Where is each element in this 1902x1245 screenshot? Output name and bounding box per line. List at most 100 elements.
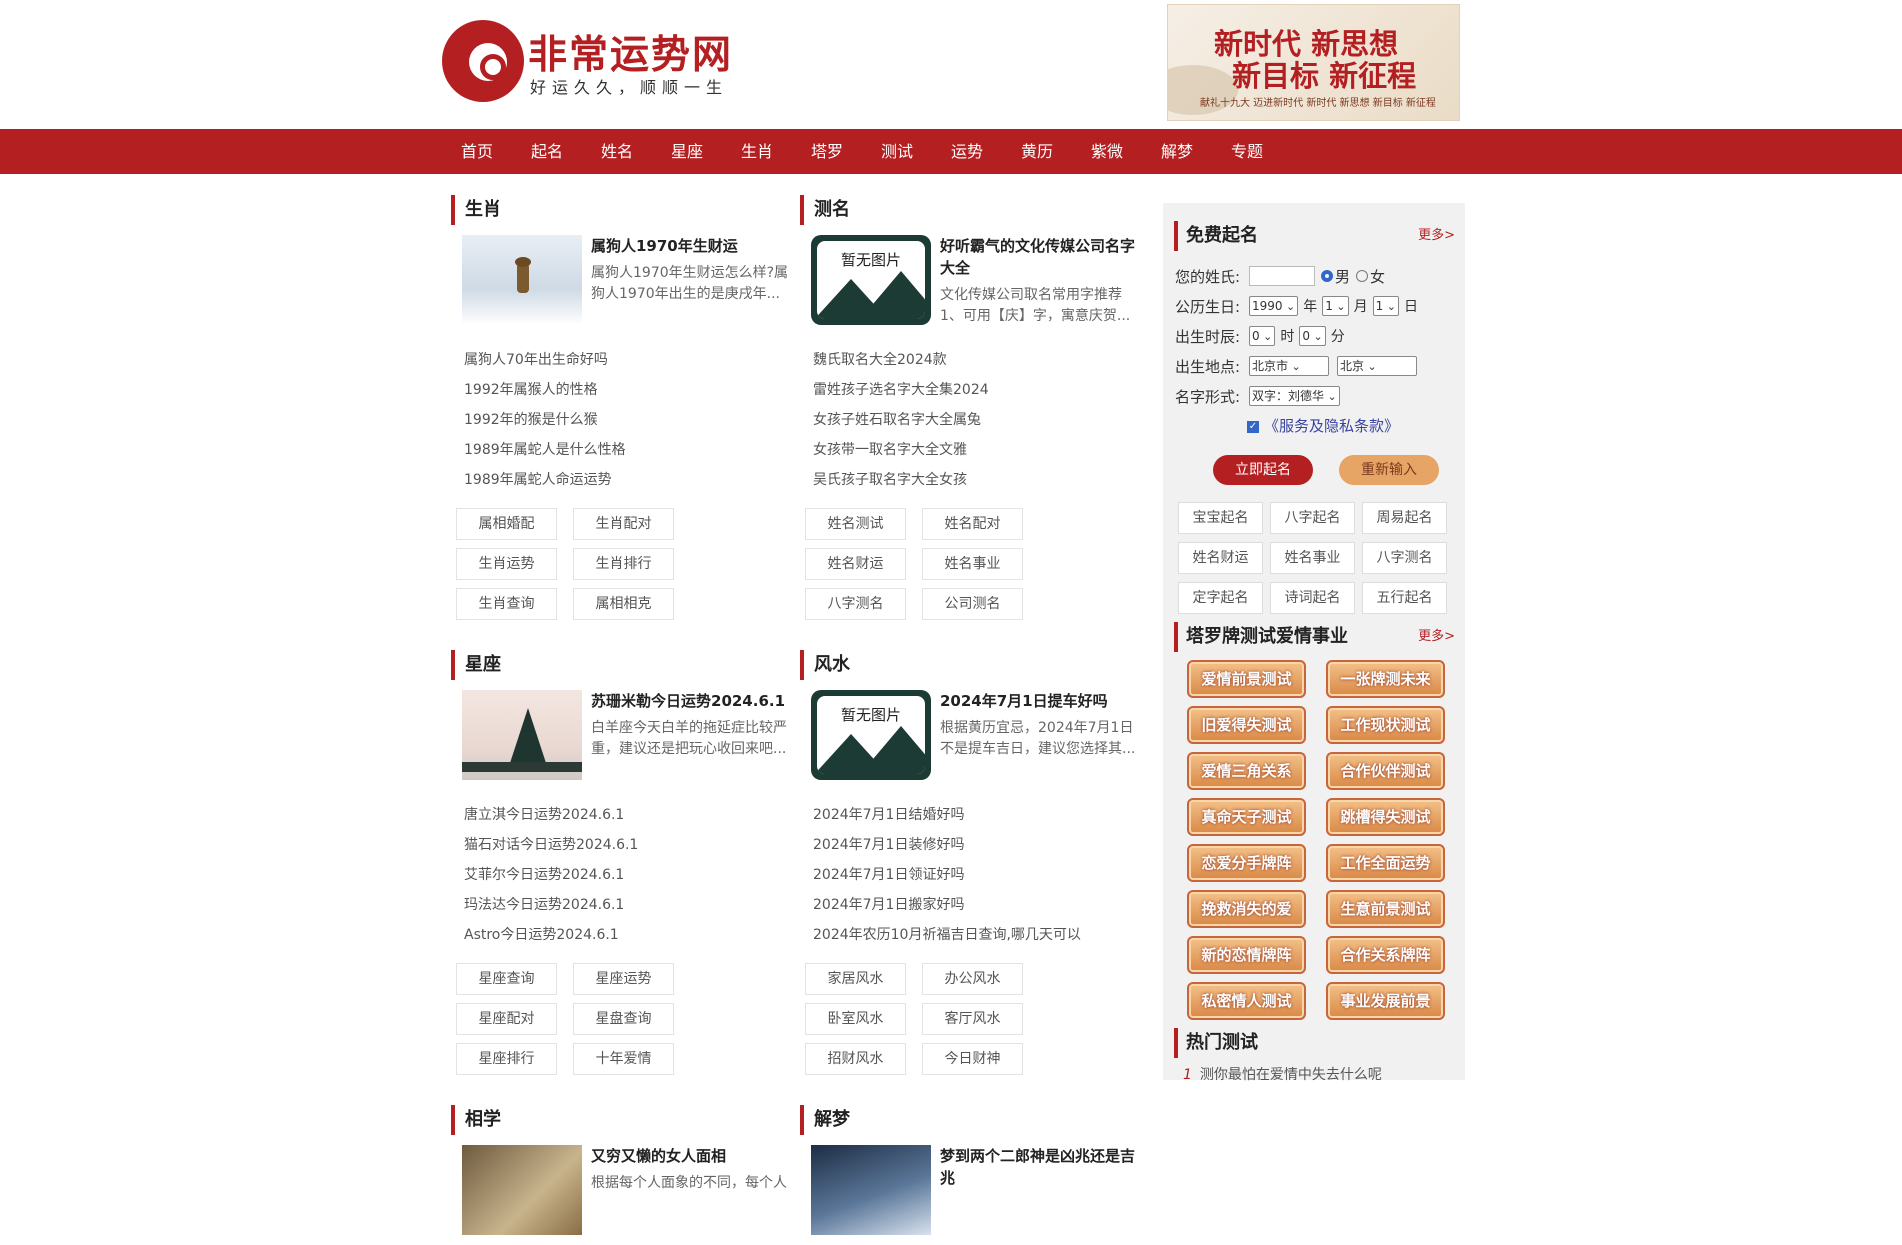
tag-button[interactable]: 姓名事业 — [922, 548, 1023, 580]
tag-button[interactable]: 十年爱情 — [573, 1043, 674, 1075]
section-title[interactable]: 生肖 — [451, 195, 781, 225]
tarot-button[interactable]: 合作伙伴测试 — [1326, 752, 1445, 790]
birth-hour-select[interactable]: 0 — [1249, 326, 1276, 346]
article-thumbnail[interactable] — [811, 1145, 931, 1235]
section-title[interactable]: 测名 — [800, 195, 1130, 225]
nav-item-topics[interactable]: 专题 — [1212, 129, 1282, 174]
nav-item-tarot[interactable]: 塔罗 — [792, 129, 862, 174]
gender-male-radio[interactable] — [1321, 270, 1333, 282]
tag-button[interactable]: 姓名财运 — [1178, 542, 1263, 574]
list-item[interactable]: 玛法达今日运势2024.6.1 — [451, 890, 781, 920]
tag-button[interactable]: 公司测名 — [922, 588, 1023, 620]
featured-article[interactable]: 暂无图片 好听霸气的文化传媒公司名字大全 文化传媒公司取名常用字推荐1、可用【庆… — [800, 235, 1135, 335]
tag-button[interactable]: 诗词起名 — [1270, 582, 1355, 614]
nav-item-test[interactable]: 测试 — [862, 129, 932, 174]
featured-article[interactable]: 苏珊米勒今日运势2024.6.1 白羊座今天白羊的拖延症比较严重，建议还是把玩心… — [451, 690, 787, 790]
list-item[interactable]: 猫石对话今日运势2024.6.1 — [451, 830, 781, 860]
tarot-button[interactable]: 爱情前景测试 — [1187, 660, 1306, 698]
article-title[interactable]: 苏珊米勒今日运势2024.6.1 — [591, 690, 791, 712]
tarot-button[interactable]: 一张牌测未来 — [1326, 660, 1445, 698]
article-thumbnail[interactable]: 暂无图片 — [811, 690, 931, 780]
tag-button[interactable]: 星座排行 — [456, 1043, 557, 1075]
list-item[interactable]: 1992年的猴是什么猴 — [451, 405, 781, 435]
tarot-button[interactable]: 旧爱得失测试 — [1187, 706, 1306, 744]
article-thumbnail[interactable] — [462, 235, 582, 325]
article-thumbnail[interactable] — [462, 1145, 582, 1235]
name-form-select[interactable]: 双字：刘德华 — [1249, 386, 1340, 406]
tag-button[interactable]: 生肖查询 — [456, 588, 557, 620]
nav-item-naming[interactable]: 起名 — [512, 129, 582, 174]
birth-day-select[interactable]: 1 — [1372, 296, 1399, 316]
tag-button[interactable]: 八字起名 — [1270, 502, 1355, 534]
list-item[interactable]: 属狗人70年出生命好吗 — [451, 345, 781, 375]
tarot-button[interactable]: 生意前景测试 — [1326, 890, 1445, 928]
list-item[interactable]: 2024年7月1日结婚好吗 — [800, 800, 1130, 830]
more-link[interactable]: 更多> — [1418, 221, 1455, 251]
tag-button[interactable]: 生肖配对 — [573, 508, 674, 540]
hot-test-item[interactable]: 1 测你最怕在爱情中失去什么呢 — [1163, 1058, 1465, 1084]
tag-button[interactable]: 姓名配对 — [922, 508, 1023, 540]
nav-item-constellation[interactable]: 星座 — [652, 129, 722, 174]
birth-month-select[interactable]: 1 — [1322, 296, 1349, 316]
list-item[interactable]: 1989年属蛇人命运运势 — [451, 465, 781, 495]
section-title[interactable]: 解梦 — [800, 1105, 1130, 1135]
nav-item-dream[interactable]: 解梦 — [1142, 129, 1212, 174]
tag-button[interactable]: 宝宝起名 — [1178, 502, 1263, 534]
section-title[interactable]: 风水 — [800, 650, 1130, 680]
tag-button[interactable]: 家居风水 — [805, 963, 906, 995]
tag-button[interactable]: 办公风水 — [922, 963, 1023, 995]
tag-button[interactable]: 星盘查询 — [573, 1003, 674, 1035]
featured-article[interactable]: 属狗人1970年生财运 属狗人1970年生财运怎么样?属狗人1970年出生的是庚… — [451, 235, 788, 335]
article-title[interactable]: 2024年7月1日提车好吗 — [940, 690, 1140, 712]
featured-article[interactable]: 暂无图片 2024年7月1日提车好吗 根据黄历宜忌，2024年7月1日不是提车吉… — [800, 690, 1135, 790]
nav-item-ziwei[interactable]: 紫微 — [1072, 129, 1142, 174]
tag-button[interactable]: 星座查询 — [456, 963, 557, 995]
nav-item-zodiac[interactable]: 生肖 — [722, 129, 792, 174]
list-item[interactable]: 魏氏取名大全2024款 — [800, 345, 1130, 375]
tarot-button[interactable]: 工作现状测试 — [1326, 706, 1445, 744]
article-title[interactable]: 好听霸气的文化传媒公司名字大全 — [940, 235, 1140, 279]
birth-minute-select[interactable]: 0 — [1299, 326, 1326, 346]
article-thumbnail[interactable]: 暂无图片 — [811, 235, 931, 325]
tag-button[interactable]: 五行起名 — [1362, 582, 1447, 614]
tarot-button[interactable]: 跳槽得失测试 — [1326, 798, 1445, 836]
tarot-more-link[interactable]: 更多> — [1418, 622, 1455, 652]
list-item[interactable]: 唐立淇今日运势2024.6.1 — [451, 800, 781, 830]
site-logo[interactable]: 非常运势网 好运久久，顺顺一生 — [442, 18, 732, 102]
list-item[interactable]: Astro今日运势2024.6.1 — [451, 920, 781, 950]
list-item[interactable]: 女孩带一取名字大全文雅 — [800, 435, 1130, 465]
tag-button[interactable]: 姓名事业 — [1270, 542, 1355, 574]
tag-button[interactable]: 招财风水 — [805, 1043, 906, 1075]
tag-button[interactable]: 今日财神 — [922, 1043, 1023, 1075]
submit-naming-button[interactable]: 立即起名 — [1213, 455, 1313, 485]
list-item[interactable]: 2024年7月1日搬家好吗 — [800, 890, 1130, 920]
tag-button[interactable]: 星座配对 — [456, 1003, 557, 1035]
tag-button[interactable]: 定字起名 — [1178, 582, 1263, 614]
section-title[interactable]: 星座 — [451, 650, 781, 680]
tag-button[interactable]: 生肖运势 — [456, 548, 557, 580]
tag-button[interactable]: 八字测名 — [805, 588, 906, 620]
list-item[interactable]: 吴氏孩子取名字大全女孩 — [800, 465, 1130, 495]
nav-item-home[interactable]: 首页 — [442, 129, 512, 174]
tarot-button[interactable]: 爱情三角关系 — [1187, 752, 1306, 790]
article-title[interactable]: 又穷又懒的女人面相 — [591, 1145, 791, 1167]
tarot-button[interactable]: 事业发展前景 — [1326, 982, 1445, 1020]
tarot-button[interactable]: 真命天子测试 — [1187, 798, 1306, 836]
list-item[interactable]: 2024年7月1日装修好吗 — [800, 830, 1130, 860]
city-select[interactable]: 北京 — [1337, 356, 1417, 376]
list-item[interactable]: 2024年7月1日领证好吗 — [800, 860, 1130, 890]
article-title[interactable]: 属狗人1970年生财运 — [591, 235, 791, 257]
tag-button[interactable]: 客厅风水 — [922, 1003, 1023, 1035]
tag-button[interactable]: 周易起名 — [1362, 502, 1447, 534]
list-item[interactable]: 1992年属猴人的性格 — [451, 375, 781, 405]
terms-link[interactable]: 《服务及隐私条款》 — [1264, 417, 1399, 435]
tarot-button[interactable]: 新的恋情牌阵 — [1187, 936, 1306, 974]
list-item[interactable]: 1989年属蛇人是什么性格 — [451, 435, 781, 465]
birth-year-select[interactable]: 1990 — [1249, 296, 1299, 316]
tag-button[interactable]: 属相相克 — [573, 588, 674, 620]
tag-button[interactable]: 属相婚配 — [456, 508, 557, 540]
province-select[interactable]: 北京市 — [1249, 356, 1329, 376]
tag-button[interactable]: 星座运势 — [573, 963, 674, 995]
tarot-button[interactable]: 工作全面运势 — [1326, 844, 1445, 882]
featured-article[interactable]: 又穷又懒的女人面相 根据每个人面象的不同，每个人 — [451, 1145, 787, 1245]
